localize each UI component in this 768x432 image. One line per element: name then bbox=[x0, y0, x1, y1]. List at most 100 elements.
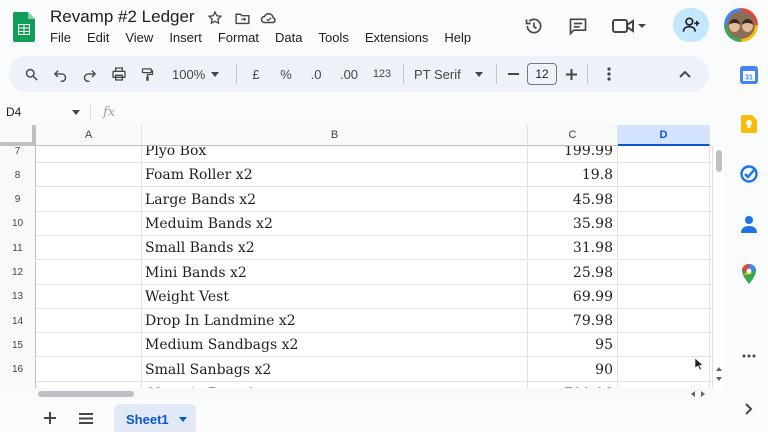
menu-extensions[interactable]: Extensions bbox=[357, 30, 437, 45]
comments-icon[interactable] bbox=[566, 14, 590, 38]
row-number[interactable]: 13 bbox=[0, 284, 36, 309]
cell-item[interactable]: Foam Roller x2 bbox=[142, 163, 528, 188]
cell-item[interactable]: Large Bands x2 bbox=[142, 187, 528, 212]
cell-amount[interactable]: 31.98 bbox=[528, 236, 618, 261]
horizontal-scroll-thumb[interactable] bbox=[38, 391, 134, 397]
decrease-decimal-button[interactable]: .0 bbox=[303, 60, 329, 88]
increase-font-size-button[interactable] bbox=[561, 60, 581, 88]
select-all-corner[interactable] bbox=[0, 125, 36, 146]
maps-icon[interactable] bbox=[739, 264, 759, 284]
menu-view[interactable]: View bbox=[117, 30, 161, 45]
cell-amount[interactable]: 95 bbox=[528, 333, 618, 358]
redo-icon[interactable] bbox=[75, 60, 104, 88]
row-number[interactable]: 16 bbox=[0, 357, 36, 382]
cell-a[interactable] bbox=[36, 163, 142, 188]
contacts-icon[interactable] bbox=[739, 214, 759, 234]
more-options-icon[interactable] bbox=[594, 60, 623, 88]
version-history-icon[interactable] bbox=[522, 14, 546, 38]
percent-format-button[interactable]: % bbox=[273, 60, 299, 88]
cell-a[interactable] bbox=[36, 211, 142, 236]
menu-file[interactable]: File bbox=[42, 30, 79, 45]
row-number[interactable]: 8 bbox=[0, 163, 36, 188]
row-number[interactable]: 11 bbox=[0, 236, 36, 261]
undo-icon[interactable] bbox=[46, 60, 75, 88]
meet-icon[interactable] bbox=[610, 14, 648, 38]
font-family-select[interactable]: PT Serif bbox=[410, 60, 490, 88]
calendar-icon[interactable]: 31 bbox=[739, 65, 759, 85]
cell-a[interactable] bbox=[36, 357, 142, 382]
cell-amount[interactable]: 25.98 bbox=[528, 260, 618, 285]
horizontal-scrollbar[interactable] bbox=[36, 388, 712, 400]
cell-a[interactable] bbox=[36, 260, 142, 285]
share-button[interactable] bbox=[673, 8, 709, 42]
cell-item[interactable]: Medium Sandbags x2 bbox=[142, 333, 528, 358]
add-sheet-button[interactable] bbox=[40, 408, 60, 428]
vertical-scrollbar[interactable] bbox=[712, 146, 724, 388]
chevron-down-icon[interactable] bbox=[178, 416, 187, 422]
cell-amount[interactable]: 45.98 bbox=[528, 187, 618, 212]
cell-item[interactable]: Drop In Landmine x2 bbox=[142, 309, 528, 334]
column-header-d[interactable]: D bbox=[618, 125, 710, 146]
cell-item[interactable]: Weight Vest bbox=[142, 284, 528, 309]
row-number[interactable]: 10 bbox=[0, 211, 36, 236]
keep-icon[interactable] bbox=[739, 114, 759, 134]
cell-a[interactable] bbox=[36, 284, 142, 309]
print-icon[interactable] bbox=[104, 60, 133, 88]
column-header-a[interactable]: A bbox=[36, 125, 142, 146]
menu-edit[interactable]: Edit bbox=[79, 30, 117, 45]
show-side-panel-icon[interactable] bbox=[739, 399, 759, 419]
menu-insert[interactable]: Insert bbox=[161, 30, 210, 45]
cell-item[interactable]: Meduim Bands x2 bbox=[142, 211, 528, 236]
more-formats-button[interactable]: 123 bbox=[367, 60, 397, 88]
all-sheets-button[interactable] bbox=[76, 408, 96, 428]
cell-d[interactable] bbox=[618, 309, 710, 334]
paint-format-icon[interactable] bbox=[133, 60, 162, 88]
cell-amount[interactable]: 69.99 bbox=[528, 284, 618, 309]
menu-tools[interactable]: Tools bbox=[310, 30, 356, 45]
column-header-b[interactable]: B bbox=[142, 125, 528, 146]
cell-d[interactable] bbox=[618, 260, 710, 285]
cell-a[interactable] bbox=[36, 187, 142, 212]
more-addons-icon[interactable] bbox=[739, 346, 759, 366]
zoom-select[interactable]: 100% bbox=[168, 60, 230, 88]
cell-d[interactable] bbox=[618, 187, 710, 212]
vertical-scroll-thumb[interactable] bbox=[716, 150, 722, 172]
cell-amount[interactable]: 35.98 bbox=[528, 211, 618, 236]
cell-amount[interactable]: 79.98 bbox=[528, 309, 618, 334]
row-number[interactable]: 12 bbox=[0, 260, 36, 285]
search-menus-icon[interactable] bbox=[17, 60, 46, 88]
document-title[interactable]: Revamp #2 Ledger bbox=[50, 7, 195, 27]
row-number[interactable]: 9 bbox=[0, 187, 36, 212]
name-box[interactable]: D4 bbox=[0, 105, 86, 119]
row-number[interactable]: 14 bbox=[0, 309, 36, 334]
row-number[interactable]: 17 bbox=[0, 382, 36, 388]
font-size-field[interactable]: 12 bbox=[523, 60, 561, 88]
cell-amount[interactable]: 19.8 bbox=[528, 163, 618, 188]
sheet-tab-sheet1[interactable]: Sheet1 bbox=[114, 404, 196, 432]
row-number[interactable]: 15 bbox=[0, 333, 36, 358]
cloud-status-icon[interactable] bbox=[260, 9, 278, 27]
account-avatar[interactable] bbox=[724, 8, 758, 42]
decrease-font-size-button[interactable] bbox=[503, 60, 523, 88]
cell-a[interactable] bbox=[36, 333, 142, 358]
cell-d[interactable] bbox=[618, 236, 710, 261]
menu-help[interactable]: Help bbox=[436, 30, 479, 45]
cell-d[interactable] bbox=[618, 163, 710, 188]
cell-item[interactable]: Small Bands x2 bbox=[142, 236, 528, 261]
menu-format[interactable]: Format bbox=[210, 30, 267, 45]
cell-d[interactable] bbox=[618, 211, 710, 236]
cell-d[interactable] bbox=[618, 284, 710, 309]
cell-d[interactable] bbox=[618, 333, 710, 358]
increase-decimal-button[interactable]: .00 bbox=[333, 60, 365, 88]
menu-data[interactable]: Data bbox=[267, 30, 310, 45]
scroll-arrows-icon[interactable] bbox=[715, 364, 723, 384]
star-icon[interactable] bbox=[206, 9, 224, 27]
tasks-icon[interactable] bbox=[739, 164, 759, 184]
formula-input[interactable] bbox=[115, 102, 720, 122]
currency-format-button[interactable]: £ bbox=[243, 60, 269, 88]
cell-amount[interactable]: 90 bbox=[528, 357, 618, 382]
cell-item[interactable]: Mini Bands x2 bbox=[142, 260, 528, 285]
cell-a[interactable] bbox=[36, 236, 142, 261]
cell-item[interactable]: Small Sanbags x2 bbox=[142, 357, 528, 382]
sheets-logo-icon[interactable] bbox=[13, 12, 35, 42]
